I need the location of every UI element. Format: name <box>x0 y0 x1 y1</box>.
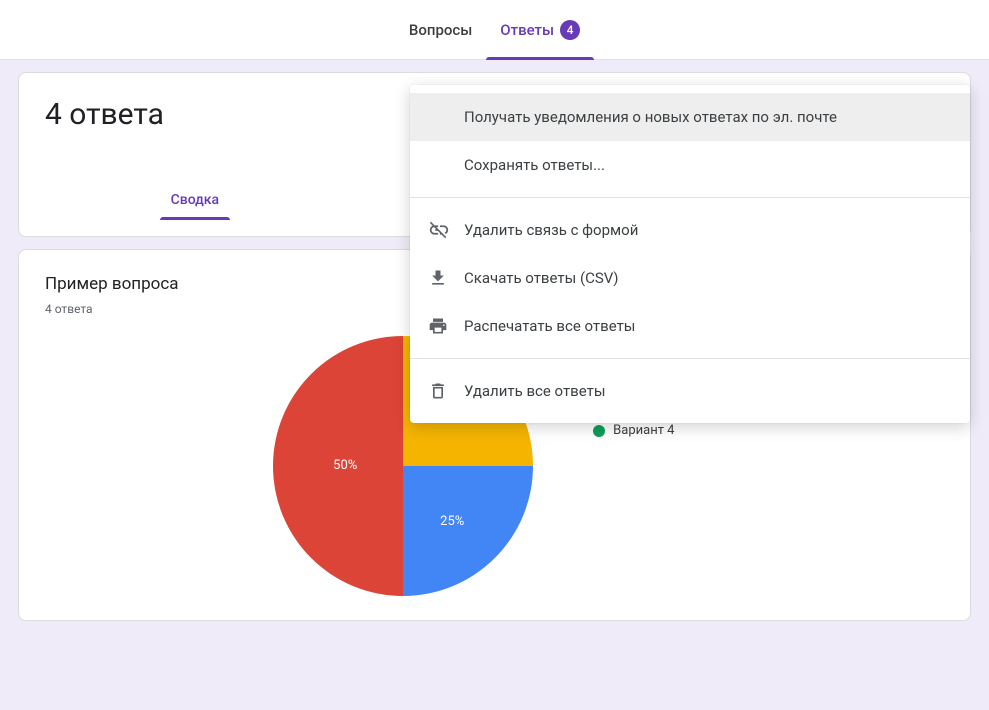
menu-item-download-csv[interactable]: Скачать ответы (CSV) <box>410 254 970 302</box>
menu-item-label: Сохранять ответы... <box>464 156 605 174</box>
unlink-icon <box>428 219 464 241</box>
menu-item-delete-all[interactable]: Удалить все ответы <box>410 367 970 415</box>
tab-answers[interactable]: Ответы 4 <box>486 0 594 60</box>
legend-swatch <box>593 425 605 437</box>
tab-questions[interactable]: Вопросы <box>395 0 486 60</box>
page-title: 4 ответа <box>45 97 164 132</box>
legend-label: Вариант 4 <box>613 423 674 438</box>
menu-item-label: Скачать ответы (CSV) <box>464 269 619 287</box>
menu-item-email-notify[interactable]: Получать уведомления о новых ответах по … <box>410 93 970 141</box>
menu-item-label: Получать уведомления о новых ответах по … <box>464 108 837 126</box>
menu-divider <box>410 197 970 198</box>
menu-item-print[interactable]: Распечатать все ответы <box>410 302 970 350</box>
download-icon <box>428 268 464 288</box>
menu-item-save-responses[interactable]: Сохранять ответы... <box>410 141 970 189</box>
legend-item: Вариант 4 <box>593 423 716 438</box>
pie-label-25-blue: 25% <box>440 514 464 529</box>
menu-item-label: Удалить связь с формой <box>464 221 638 239</box>
top-tab-bar: Вопросы Ответы 4 <box>0 0 989 60</box>
tab-label: Ответы <box>500 21 554 39</box>
pie-label-50: 50% <box>333 458 357 473</box>
menu-item-label: Удалить все ответы <box>464 382 605 400</box>
sub-tab-summary[interactable]: Сводка <box>45 182 345 218</box>
tab-label: Вопросы <box>409 21 472 39</box>
answers-count-badge: 4 <box>560 20 580 40</box>
trash-icon <box>428 381 464 401</box>
menu-divider <box>410 358 970 359</box>
print-icon <box>428 316 464 336</box>
more-options-menu: Получать уведомления о новых ответах по … <box>410 85 970 423</box>
menu-item-label: Распечатать все ответы <box>464 317 635 335</box>
sub-tab-label: Сводка <box>171 192 219 208</box>
menu-item-unlink[interactable]: Удалить связь с формой <box>410 206 970 254</box>
